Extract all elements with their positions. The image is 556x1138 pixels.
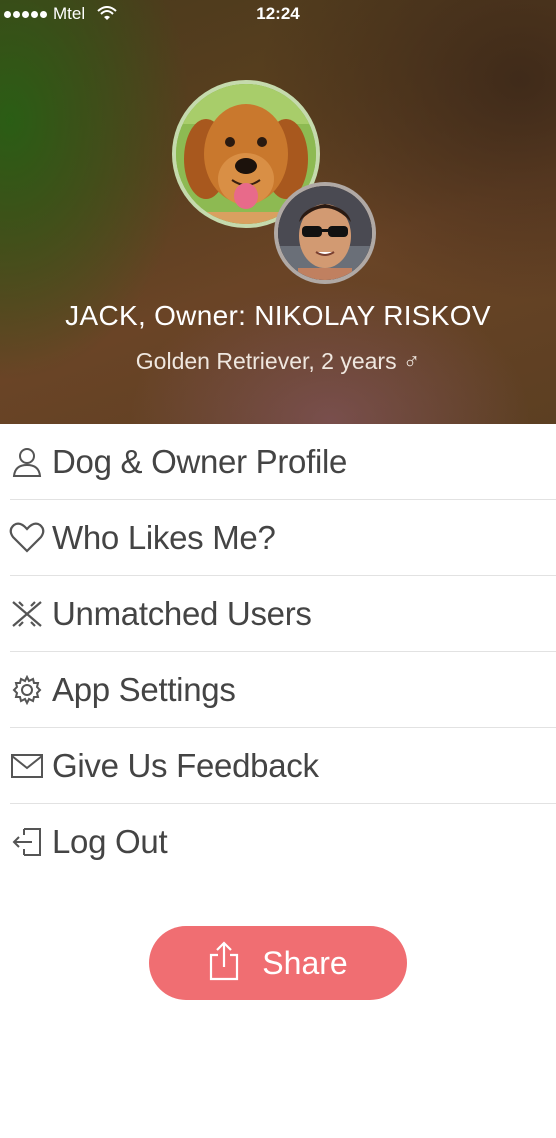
logout-icon (2, 804, 52, 880)
broken-heart-icon (2, 576, 52, 652)
dog-details: Golden Retriever, 2 years ♂ (135, 348, 421, 374)
menu-item-give-us-feedback[interactable]: Give Us Feedback (0, 728, 556, 804)
menu-label: Unmatched Users (52, 595, 312, 632)
owner-photo (278, 186, 372, 280)
menu-label: Give Us Feedback (52, 747, 319, 784)
menu-item-app-settings[interactable]: App Settings (0, 652, 556, 728)
menu-item-who-likes-me[interactable]: Who Likes Me? (0, 500, 556, 576)
share-icon (208, 940, 240, 986)
envelope-icon (2, 728, 52, 804)
status-time: 12:24 (256, 4, 300, 23)
share-label: Share (262, 944, 348, 981)
side-menu: Dog & Owner Profile Who Likes Me? Unmatc… (0, 424, 556, 880)
heart-icon (2, 500, 52, 576)
menu-label: Who Likes Me? (52, 519, 276, 556)
dog-owner-name: JACK, Owner: NIKOLAY RISKOV (65, 300, 491, 331)
menu-label: Log Out (52, 823, 168, 860)
menu-item-dog-owner-profile[interactable]: Dog & Owner Profile (0, 424, 556, 500)
menu-item-log-out[interactable]: Log Out (0, 804, 556, 880)
person-icon (2, 424, 52, 500)
owner-avatar[interactable] (274, 182, 376, 284)
share-button[interactable]: Share (149, 926, 407, 1000)
status-bar: Mtel 12:24 (0, 0, 556, 30)
gear-icon (2, 652, 52, 728)
menu-label: Dog & Owner Profile (52, 443, 348, 480)
menu-item-unmatched-users[interactable]: Unmatched Users (0, 576, 556, 652)
menu-label: App Settings (52, 671, 236, 708)
profile-header: Mtel 12:24 JACK, Owner: NIKOLAY RISKOV G… (0, 0, 556, 424)
